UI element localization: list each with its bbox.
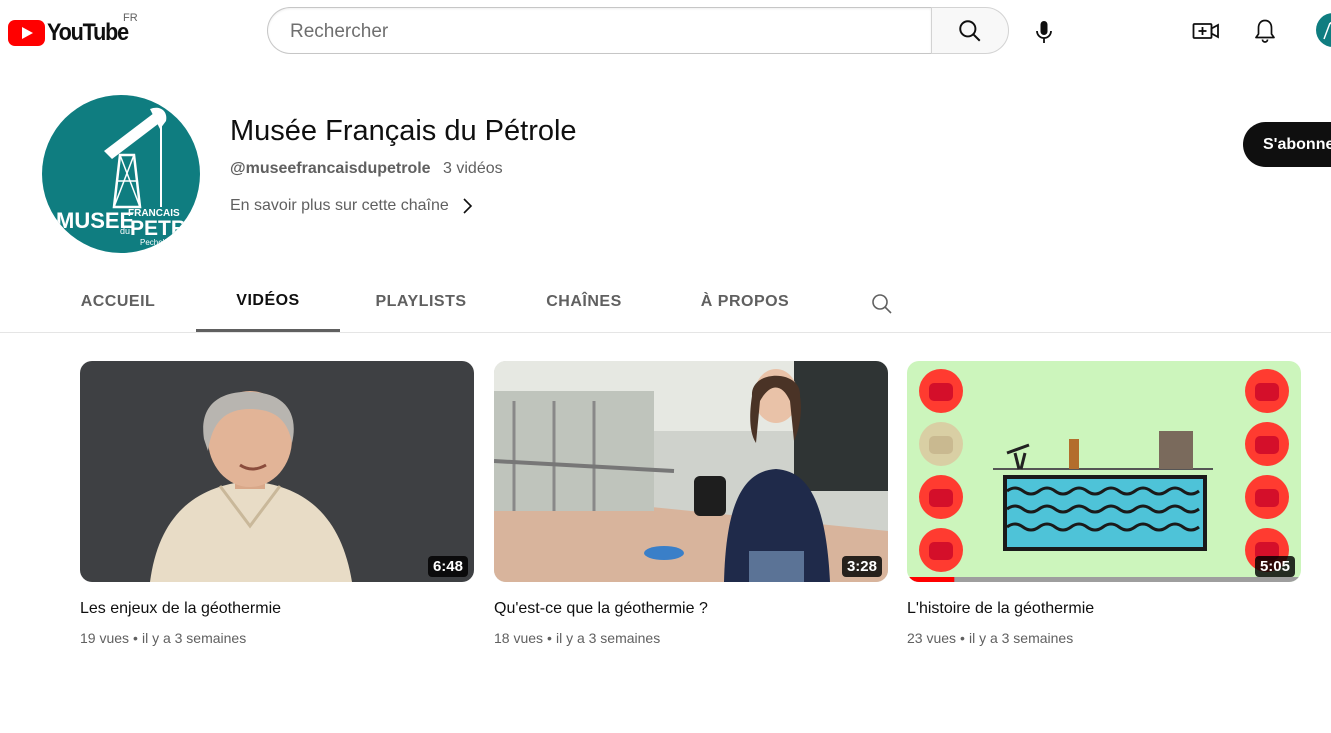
- create-video-icon: [1192, 23, 1219, 39]
- video-title[interactable]: L'histoire de la géothermie: [907, 600, 1301, 618]
- upload-age: il y a 3 semaines: [555, 630, 661, 646]
- video-thumbnail[interactable]: 5:05: [907, 361, 1301, 582]
- youtube-logo[interactable]: YouTube: [8, 19, 137, 47]
- svg-text:du: du: [120, 226, 130, 236]
- video-duration: 3:28: [841, 556, 882, 577]
- channel-tabs: ACCUEIL VIDÉOS PLAYLISTS CHAÎNES À PROPO…: [0, 272, 1331, 333]
- tab-channels[interactable]: CHAÎNES: [536, 272, 632, 331]
- oil-derrick-icon: [1323, 22, 1331, 40]
- thumbnail-image: [907, 361, 1301, 582]
- youtube-logo-icon: [8, 20, 45, 46]
- about-channel-label: En savoir plus sur cette chaîne: [230, 197, 449, 214]
- watch-progress-bar: [907, 577, 955, 582]
- video-count: 3 vidéos: [443, 160, 503, 177]
- notifications-button[interactable]: [1245, 11, 1285, 51]
- create-button[interactable]: [1186, 11, 1226, 51]
- search-input[interactable]: [288, 8, 912, 55]
- upload-age: il y a 3 semaines: [968, 630, 1074, 646]
- video-meta: 18 vues • il y a 3 semaines: [494, 630, 661, 646]
- search-icon: [872, 294, 892, 314]
- thumbnail-image: [494, 361, 888, 582]
- video-duration: 6:48: [427, 556, 468, 577]
- top-bar: YouTube FR: [0, 0, 1331, 62]
- svg-text:PETROLE: PETROLE: [130, 217, 200, 240]
- channel-logo: MUSEE FRANCAIS du PETROLE Pechelbronn: [56, 107, 200, 247]
- video-duration: 5:05: [1254, 556, 1295, 577]
- thumbnail-image: [80, 361, 474, 582]
- view-count: 18 vues: [494, 630, 544, 646]
- video-thumbnail[interactable]: 3:28: [494, 361, 888, 582]
- search-icon: [959, 19, 981, 41]
- video-card[interactable]: 3:28 Qu'est-ce que la géothermie ? 18 vu…: [494, 361, 888, 646]
- bell-icon: [1255, 19, 1275, 43]
- video-card[interactable]: 5:05 L'histoire de la géothermie 23 vues…: [907, 361, 1301, 646]
- view-count: 19 vues: [80, 630, 130, 646]
- view-count: 23 vues: [907, 630, 957, 646]
- video-title[interactable]: Qu'est-ce que la géothermie ?: [494, 600, 888, 618]
- account-avatar[interactable]: [1316, 13, 1331, 47]
- upload-age: il y a 3 semaines: [141, 630, 247, 646]
- video-card[interactable]: 6:48 Les enjeux de la géothermie 19 vues…: [80, 361, 474, 646]
- search-button[interactable]: [931, 7, 1009, 54]
- video-thumbnail[interactable]: 6:48: [80, 361, 474, 582]
- tab-playlists[interactable]: PLAYLISTS: [366, 272, 476, 331]
- svg-text:Pechelbronn: Pechelbronn: [140, 238, 185, 247]
- channel-name: Musée Français du Pétrole: [230, 115, 577, 147]
- tab-about[interactable]: À PROPOS: [692, 272, 798, 331]
- channel-handle: @museefrancaisdupetrole: [230, 160, 431, 177]
- search-box: [267, 7, 931, 55]
- tab-videos[interactable]: VIDÉOS: [196, 272, 340, 332]
- tab-home[interactable]: ACCUEIL: [72, 272, 164, 331]
- about-channel-link[interactable]: En savoir plus sur cette chaîne: [230, 197, 473, 215]
- channel-search-button[interactable]: [866, 288, 898, 320]
- logo-text: YouTube: [47, 19, 129, 46]
- video-title[interactable]: Les enjeux de la géothermie: [80, 600, 474, 618]
- channel-avatar: MUSEE FRANCAIS du PETROLE Pechelbronn: [42, 95, 200, 253]
- voice-search-button[interactable]: [1023, 11, 1065, 53]
- region-code: FR: [123, 12, 138, 24]
- channel-meta: @museefrancaisdupetrole 3 vidéos: [230, 160, 503, 178]
- video-meta: 19 vues • il y a 3 semaines: [80, 630, 247, 646]
- subscribe-button[interactable]: S'abonner: [1243, 122, 1331, 167]
- mic-icon: [1036, 21, 1052, 43]
- chevron-right-icon: [463, 198, 472, 214]
- video-meta: 23 vues • il y a 3 semaines: [907, 630, 1074, 646]
